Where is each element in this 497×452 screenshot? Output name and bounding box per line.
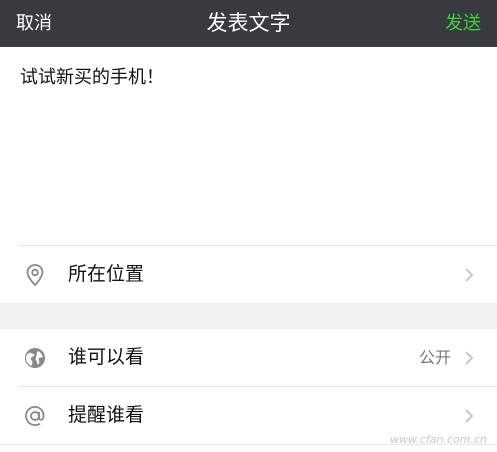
at-sign-icon	[25, 406, 45, 426]
visibility-value: 公开	[418, 348, 451, 367]
navigation-bar: 取消 发表文字 发送	[0, 0, 497, 47]
visibility-label: 谁可以看	[68, 346, 145, 368]
section-gap	[0, 303, 497, 329]
send-button[interactable]: 发送	[445, 0, 481, 47]
compose-text-area[interactable]: 试试新买的手机！	[0, 47, 497, 245]
globe-icon	[25, 348, 45, 368]
chevron-right-icon	[465, 268, 474, 282]
chevron-right-icon	[465, 351, 474, 365]
chevron-right-icon	[465, 409, 474, 423]
location-pin-icon	[26, 264, 44, 287]
compose-text: 试试新买的手机！	[20, 67, 164, 88]
page-title: 发表文字	[206, 11, 291, 35]
compose-post-screen: 取消 发表文字 发送 试试新买的手机！ 所在位置 谁可以看 公开 提醒谁看 ww…	[0, 0, 497, 452]
location-label: 所在位置	[68, 263, 145, 285]
mention-label: 提醒谁看	[68, 404, 145, 426]
location-row[interactable]: 所在位置	[0, 246, 497, 303]
watermark: www.cfan.com.cn	[390, 433, 487, 446]
visibility-row[interactable]: 谁可以看 公开	[0, 329, 497, 386]
